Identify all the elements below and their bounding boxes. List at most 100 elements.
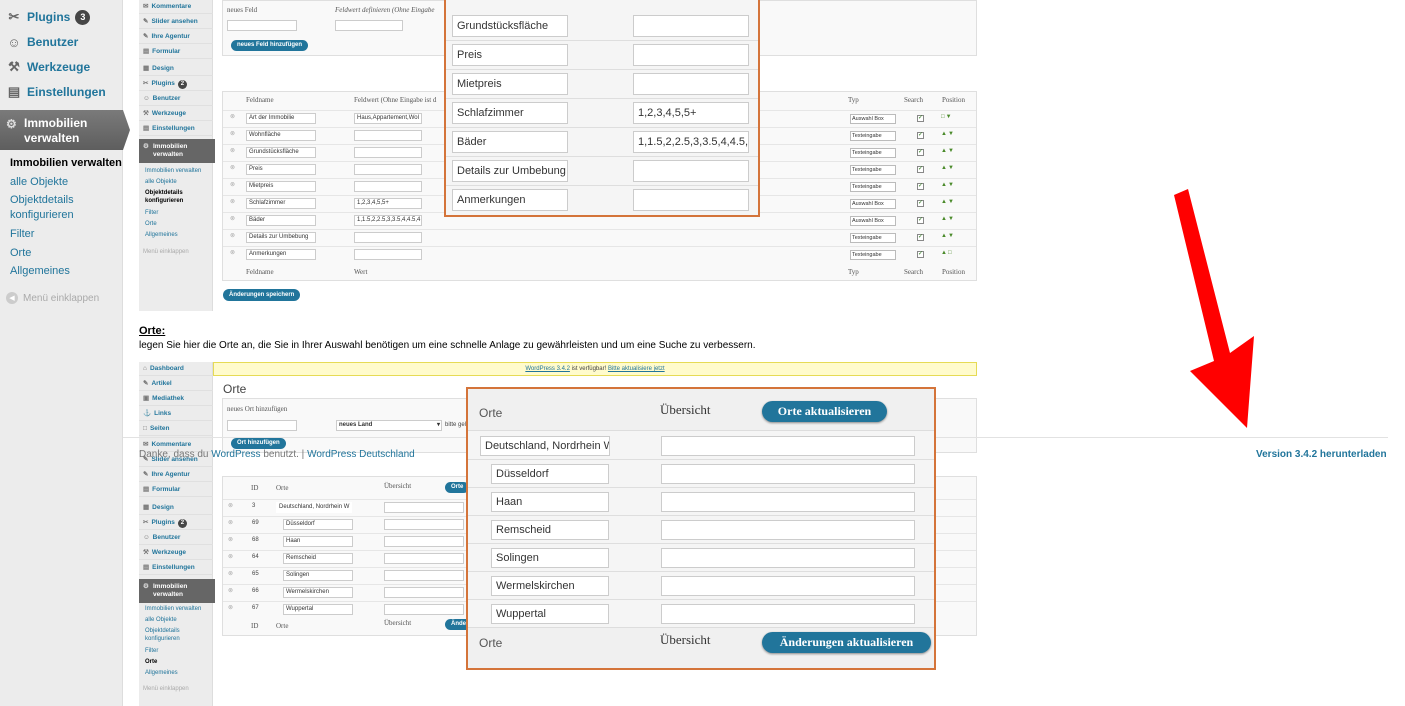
field-type-select[interactable]: Texteingabe bbox=[850, 182, 896, 192]
field-value-input[interactable] bbox=[354, 181, 422, 192]
delete-row-icon[interactable]: ⊗ bbox=[230, 198, 235, 205]
ort-name-input[interactable]: Solingen bbox=[283, 570, 353, 581]
zoom-ort-overview[interactable] bbox=[661, 548, 915, 568]
mini-submenu-item[interactable]: Orte bbox=[145, 659, 157, 666]
zoom-ort-overview[interactable] bbox=[661, 604, 915, 624]
ort-overview-input[interactable] bbox=[384, 536, 464, 547]
search-checkbox[interactable]: ✓ bbox=[917, 251, 924, 258]
mini-collapse-button[interactable]: Menü einklappen bbox=[143, 686, 189, 692]
mini-menu-item[interactable]: ▦ Design bbox=[139, 62, 213, 76]
field-values-input[interactable] bbox=[335, 20, 403, 31]
mini-menu-item[interactable]: ✂ Plugins 2 bbox=[139, 516, 213, 530]
field-type-select[interactable]: Texteingabe bbox=[850, 233, 896, 243]
ort-name-input[interactable]: Wermelskirchen bbox=[283, 587, 353, 598]
wordpress-link[interactable]: WordPress bbox=[211, 449, 260, 460]
search-checkbox[interactable]: ✓ bbox=[917, 234, 924, 241]
zoom-field-value[interactable]: 1,1.5,2,2.5,3,3.5,4,4.5,4 bbox=[633, 131, 749, 153]
new-field-input[interactable] bbox=[227, 20, 297, 31]
mini-submenu-item[interactable]: alle Objekte bbox=[145, 617, 177, 624]
field-type-select[interactable]: Auswahl Box bbox=[850, 199, 896, 209]
orte-save-changes-button[interactable]: Änderungen aktualisieren bbox=[762, 632, 931, 653]
zoom-field-name[interactable]: Preis bbox=[452, 44, 568, 66]
mini-menu-item[interactable]: ☺ Benutzer bbox=[139, 531, 213, 545]
mini-menu-item[interactable]: ✎ Slider ansehen bbox=[139, 15, 213, 29]
mini-submenu-item[interactable]: Objektdetails bbox=[145, 190, 183, 197]
ort-overview-input[interactable] bbox=[384, 587, 464, 598]
mini-submenu-item[interactable]: Allgemeines bbox=[145, 670, 178, 677]
submenu-objektdetails[interactable]: Objektdetails bbox=[10, 194, 74, 206]
zoom-ort-name[interactable]: Deutschland, Nordrhein W bbox=[480, 436, 610, 456]
ort-name-input[interactable]: Düsseldorf bbox=[283, 519, 353, 530]
field-type-select[interactable]: Texteingabe bbox=[850, 148, 896, 158]
zoom-ort-name[interactable]: Remscheid bbox=[491, 520, 609, 540]
sidebar-item-plugins[interactable]: ✂ Plugins 3 bbox=[0, 5, 123, 29]
mini-menu-item[interactable]: ✂ Plugins 2 bbox=[139, 77, 213, 91]
mini-menu-item[interactable]: ⚒ Werkzeuge bbox=[139, 546, 213, 560]
delete-row-icon[interactable]: ⊗ bbox=[228, 587, 233, 594]
mini-submenu-item[interactable]: Orte bbox=[145, 221, 157, 228]
zoom-ort-overview[interactable] bbox=[661, 464, 915, 484]
field-name-input[interactable]: Grundstücksfläche bbox=[246, 147, 316, 158]
mini-submenu-item[interactable]: Objektdetails bbox=[145, 628, 180, 635]
position-arrows-icon[interactable]: ▲▼ bbox=[941, 233, 955, 239]
field-value-input[interactable] bbox=[354, 147, 422, 158]
delete-row-icon[interactable]: ⊗ bbox=[230, 130, 235, 137]
zoom-field-value[interactable]: 1,2,3,4,5,5+ bbox=[633, 102, 749, 124]
zoom-field-name[interactable]: Bäder bbox=[452, 131, 568, 153]
field-value-input[interactable] bbox=[354, 130, 422, 141]
search-checkbox[interactable]: ✓ bbox=[917, 149, 924, 156]
zoom-ort-overview[interactable] bbox=[661, 492, 915, 512]
zoom-ort-overview[interactable] bbox=[661, 520, 915, 540]
mini-submenu-item[interactable]: Filter bbox=[145, 210, 158, 217]
download-version-link[interactable]: Version 3.4.2 herunterladen bbox=[1256, 449, 1387, 460]
sidebar-item-immobilien-verwalten[interactable]: ⚙ Immobilien verwalten bbox=[0, 110, 130, 150]
search-checkbox[interactable]: ✓ bbox=[917, 183, 924, 190]
orte-update-button[interactable]: Orte aktualisieren bbox=[762, 401, 887, 422]
mini-active-item[interactable]: ⚙ Immobilien verwalten bbox=[139, 139, 215, 163]
mini-menu-item[interactable]: ✎ Ihre Agentur bbox=[139, 30, 213, 44]
mini-menu-item[interactable]: ▤ Einstellungen bbox=[139, 122, 213, 136]
field-value-input[interactable]: 1,1.5,2,2.5,3,3.5,4,4.5,4 bbox=[354, 215, 422, 226]
ort-overview-input[interactable] bbox=[384, 519, 464, 530]
delete-row-icon[interactable]: ⊗ bbox=[228, 570, 233, 577]
delete-row-icon[interactable]: ⊗ bbox=[228, 536, 233, 543]
zoom-field-name[interactable]: Anmerkungen bbox=[452, 189, 568, 211]
position-arrows-icon[interactable]: □▼ bbox=[941, 114, 953, 120]
field-type-select[interactable]: Texteingabe bbox=[850, 165, 896, 175]
submenu-konfigurieren[interactable]: konfigurieren bbox=[10, 209, 74, 221]
field-value-input[interactable] bbox=[354, 164, 422, 175]
zoom-field-name[interactable]: Grundstücksfläche bbox=[452, 15, 568, 37]
zoom-ort-name[interactable]: Haan bbox=[491, 492, 609, 512]
submenu-allgemeines[interactable]: Allgemeines bbox=[10, 265, 70, 277]
field-value-input[interactable] bbox=[354, 232, 422, 243]
submenu-orte[interactable]: Orte bbox=[10, 247, 31, 259]
sidebar-item-werkzeuge[interactable]: ⚒ Werkzeuge bbox=[0, 55, 123, 79]
mini-submenu-item[interactable]: Immobilien verwalten bbox=[145, 606, 201, 613]
sidebar-item-benutzer[interactable]: ☺ Benutzer bbox=[0, 30, 123, 54]
field-type-select[interactable]: Auswahl Box bbox=[850, 216, 896, 226]
mini-collapse-button[interactable]: Menü einklappen bbox=[143, 249, 189, 255]
field-value-input[interactable] bbox=[354, 249, 422, 260]
add-field-button[interactable]: neues Feld hinzufügen bbox=[231, 40, 309, 51]
delete-row-icon[interactable]: ⊗ bbox=[230, 232, 235, 239]
search-checkbox[interactable]: ✓ bbox=[917, 200, 924, 207]
zoom-ort-name[interactable]: Düsseldorf bbox=[491, 464, 609, 484]
search-checkbox[interactable]: ✓ bbox=[917, 132, 924, 139]
position-arrows-icon[interactable]: ▲▼ bbox=[941, 131, 955, 137]
field-value-input[interactable]: Haus,Appartement,Wol bbox=[354, 113, 422, 124]
search-checkbox[interactable]: ✓ bbox=[917, 115, 924, 122]
delete-row-icon[interactable]: ⊗ bbox=[230, 215, 235, 222]
ort-overview-input[interactable] bbox=[384, 570, 464, 581]
delete-row-icon[interactable]: ⊗ bbox=[228, 553, 233, 560]
ort-overview-input[interactable] bbox=[384, 553, 464, 564]
field-type-select[interactable]: Auswahl Box bbox=[850, 114, 896, 124]
add-ort-button[interactable]: Ort hinzufügen bbox=[231, 438, 286, 449]
submenu-filter[interactable]: Filter bbox=[10, 228, 34, 240]
field-name-input[interactable]: Mietpreis bbox=[246, 181, 316, 192]
mini-menu-item[interactable]: ▤ Formular bbox=[139, 483, 213, 497]
mini-menu-item[interactable]: ✎ Ihre Agentur bbox=[139, 468, 213, 482]
zoom-field-value[interactable] bbox=[633, 189, 749, 211]
search-checkbox[interactable]: ✓ bbox=[917, 166, 924, 173]
delete-row-icon[interactable]: ⊗ bbox=[228, 519, 233, 526]
search-checkbox[interactable]: ✓ bbox=[917, 217, 924, 224]
